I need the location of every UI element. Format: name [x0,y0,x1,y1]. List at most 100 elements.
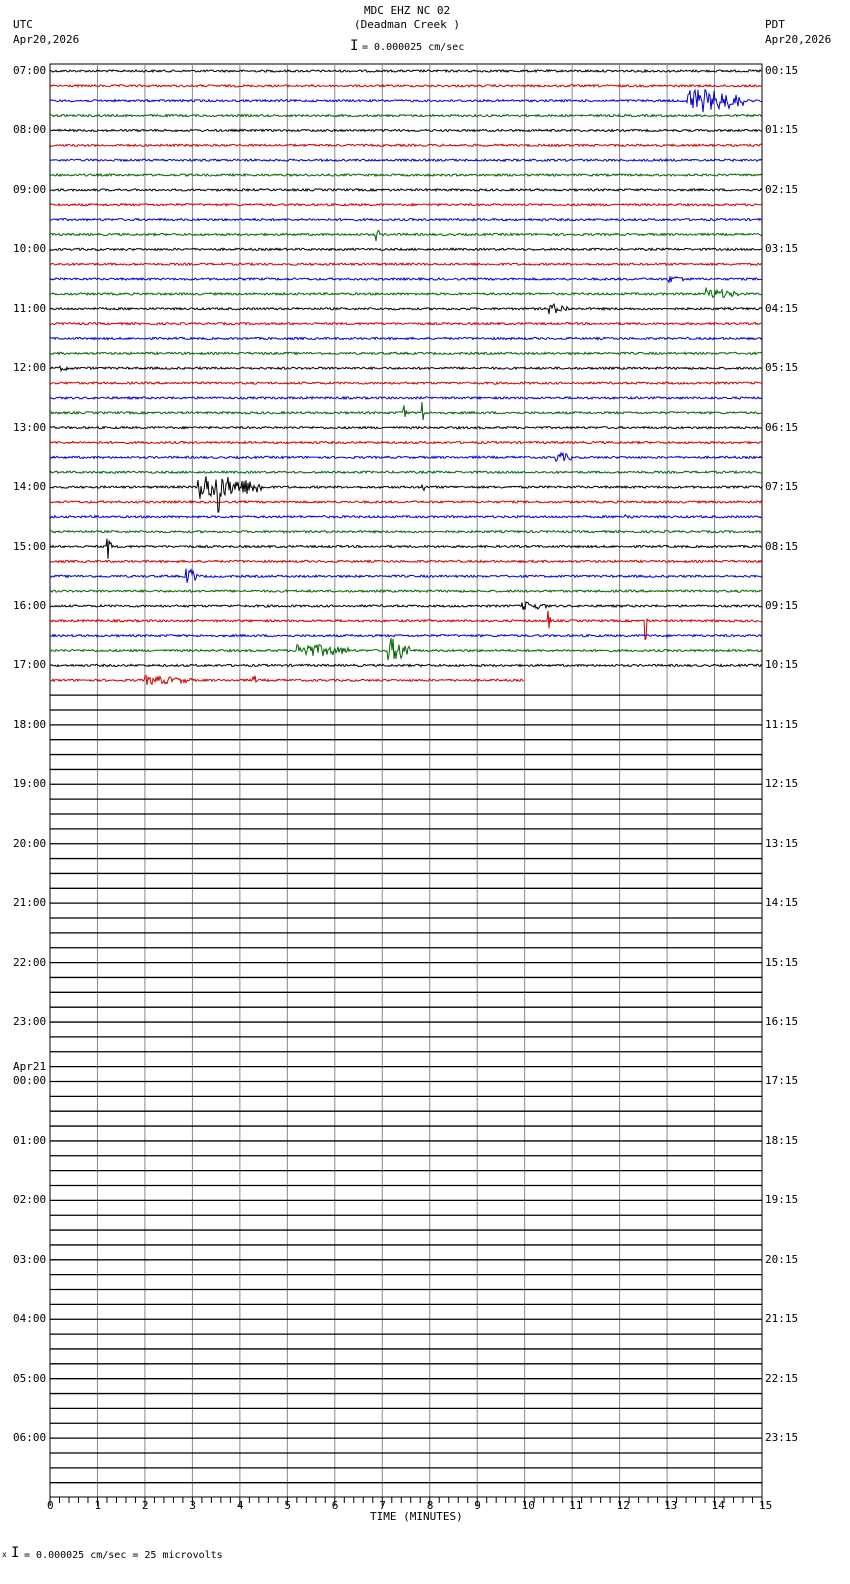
utc-hour-label: 15:00 [13,539,47,553]
utc-hour-label: 16:00 [13,598,47,612]
x-tick-label: 0 [47,1499,54,1512]
x-tick-label: 4 [236,1499,244,1512]
trace-row-11 [49,229,763,242]
pdt-hour-label: 14:15 [765,896,799,910]
x-tick-label: 15 [759,1499,773,1512]
utc-hour-label: 13:00 [13,420,47,434]
pdt-hour-label: 13:15 [765,836,799,850]
trace-row-34 [50,567,763,583]
x-tick-label: 10 [521,1499,535,1512]
footer-prefix: x [2,1550,7,1559]
trace-row-15 [49,286,763,299]
trace-row-20 [49,365,763,373]
utc-hour-label: 02:00 [13,1193,47,1207]
utc-hour-label: 03:00 [13,1252,47,1266]
pdt-hour-label: 18:15 [765,1133,799,1147]
trace-row-39 [49,637,763,661]
pdt-hour-label: 22:15 [765,1371,799,1385]
pdt-hour-label: 03:15 [765,242,799,256]
x-tick-label: 11 [569,1499,583,1512]
pdt-hour-label: 16:15 [765,1015,799,1029]
trace-row-29 [49,499,763,505]
x-tick-label: 1 [94,1499,102,1512]
pdt-hour-label: 20:15 [765,1252,799,1266]
pdt-hour-label: 21:15 [765,1312,799,1326]
utc-hour-label: 21:00 [13,896,47,910]
trace-row-19 [50,351,763,356]
trace-row-30 [49,514,763,519]
trace-row-0 [49,68,763,74]
utc-hour-label: 05:00 [13,1371,47,1385]
x-tick-label: 6 [331,1499,339,1512]
pdt-hour-label: 17:15 [765,1074,799,1088]
x-tick-label: 3 [189,1499,197,1512]
utc-hour-label: 18:00 [13,717,47,731]
trace-row-16 [49,303,763,315]
trace-row-17 [49,321,763,326]
trace-row-4 [49,128,763,133]
utc-hour-label: 08:00 [13,123,47,137]
trace-row-14 [49,276,763,284]
trace-row-28 [49,476,763,513]
utc-hour-label: 19:00 [13,777,47,791]
trace-row-27 [49,469,763,475]
utc-hour-label: 06:00 [13,1431,47,1445]
utc-hour-label: 12:00 [13,361,47,375]
utc-hour-label: 07:00 [13,64,47,77]
trace-row-18 [49,336,763,341]
helicorder: MDC EHZ NC 02 (Deadman Creek ) UTC Apr20… [0,0,850,1584]
pdt-hour-label: 19:15 [765,1193,799,1207]
trace-row-6 [49,157,763,163]
utc-hour-label: 14:00 [13,480,47,494]
pdt-hour-label: 05:15 [765,361,799,375]
trace-row-33 [49,559,763,564]
trace-row-10 [49,217,763,222]
trace-row-24 [49,425,763,430]
trace-row-13 [49,261,763,267]
pdt-hour-label: 02:15 [765,182,799,196]
trace-row-36 [49,600,763,610]
x-tick-label: 12 [616,1499,630,1512]
pdt-hour-label: 10:15 [765,658,799,672]
seismogram-plot [49,63,763,1506]
utc-hour-label: 10:00 [13,242,47,256]
pdt-hour-label: 06:15 [765,420,799,434]
trace-row-7 [49,172,763,178]
trace-row-2 [49,88,763,113]
pdt-hour-label: 12:15 [765,777,799,791]
x-axis-label: TIME (MINUTES) [370,1510,463,1523]
x-tick-label: 14 [711,1499,725,1512]
pdt-hour-label: 04:15 [765,301,799,315]
utc-hour-label: 20:00 [13,836,47,850]
trace-row-1 [49,83,763,89]
utc-hour-label: 09:00 [13,182,47,196]
trace-row-38 [49,633,763,638]
trace-row-25 [49,440,763,445]
trace-row-8 [49,187,763,192]
utc-hour-label: 22:00 [13,955,47,969]
pdt-hour-label: 15:15 [765,955,799,969]
trace-row-40 [50,663,763,668]
x-tick-label: 9 [474,1499,481,1512]
trace-row-9 [49,202,763,207]
trace-row-32 [49,538,763,559]
utc-hour-label: 11:00 [13,301,47,315]
utc-hour-label: 04:00 [13,1312,47,1326]
utc-date-label: Apr21 [13,1060,47,1074]
footer-scale: = 0.000025 cm/sec = 25 microvolts [24,1550,223,1561]
utc-hour-label: 01:00 [13,1133,47,1147]
pdt-hour-label: 08:15 [765,539,799,553]
pdt-hour-label: 11:15 [765,717,799,731]
trace-row-22 [49,395,763,401]
pdt-hour-label: 09:15 [765,598,799,612]
trace-row-26 [49,451,763,463]
utc-hour-label: 17:00 [13,658,47,672]
x-tick-label: 5 [284,1499,291,1512]
pdt-hour-label: 00:15 [765,64,799,77]
x-tick-label: 2 [141,1499,149,1512]
pdt-hour-label: 01:15 [765,123,799,137]
footer-scale-icon: I [11,1545,20,1561]
trace-row-35 [49,589,763,594]
x-tick-label: 13 [664,1499,678,1512]
trace-row-3 [49,113,763,118]
